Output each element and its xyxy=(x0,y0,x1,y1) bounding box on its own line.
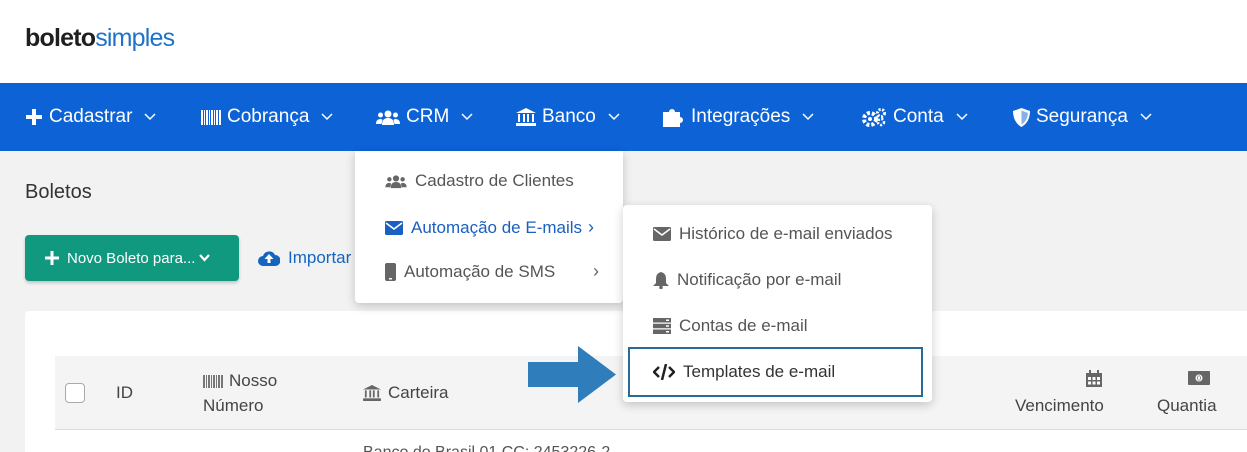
submenu-item-templates[interactable]: Templates de e-mail xyxy=(653,362,835,382)
nav-conta-label: Conta xyxy=(893,106,944,127)
chevron-down-icon xyxy=(461,113,473,121)
submenu-item-label: Templates de e-mail xyxy=(683,362,836,381)
chevron-down-icon xyxy=(608,113,620,121)
header-quantia[interactable]: Quantia xyxy=(1157,396,1217,416)
submenu-item-label: Contas de e-mail xyxy=(679,316,808,335)
bank-icon xyxy=(363,385,381,401)
nav-conta[interactable]: Conta xyxy=(861,83,968,151)
logo-light-text: simples xyxy=(95,24,175,52)
money-icon: 0 xyxy=(1188,371,1210,390)
plus-icon xyxy=(25,108,43,126)
header-nosso-label: Nosso xyxy=(229,371,278,390)
submenu-item-notificacao[interactable]: Notificação por e-mail xyxy=(653,270,841,290)
envelope-icon xyxy=(653,227,671,241)
gears-icon xyxy=(861,107,887,127)
header-vencimento[interactable]: Vencimento xyxy=(1015,396,1104,416)
new-boleto-button[interactable]: Novo Boleto para... xyxy=(25,235,239,281)
top-header: boletosimples xyxy=(0,0,1247,83)
nav-cadastrar[interactable]: Cadastrar xyxy=(25,83,156,151)
logo[interactable]: boletosimples xyxy=(25,24,175,53)
chevron-right-icon: › xyxy=(593,261,599,281)
nav-cobranca-label: Cobrança xyxy=(227,106,310,127)
submenu-item-contas[interactable]: Contas de e-mail xyxy=(653,316,808,336)
server-icon xyxy=(653,318,671,334)
nav-crm-label: CRM xyxy=(406,106,450,127)
barcode-icon xyxy=(203,374,223,388)
logo-bold-text: boleto xyxy=(25,24,96,52)
import-button[interactable]: Importar xyxy=(258,235,351,281)
header-carteira[interactable]: Carteira xyxy=(363,383,448,403)
nav-integracoes[interactable]: Integrações xyxy=(663,83,814,151)
email-automation-submenu: Histórico de e-mail enviados Notificação… xyxy=(623,205,932,402)
shield-icon xyxy=(1013,107,1030,127)
nav-crm[interactable]: CRM xyxy=(376,83,473,151)
mobile-icon xyxy=(385,263,396,281)
nav-cobranca[interactable]: Cobrança xyxy=(201,83,333,151)
calendar-icon xyxy=(1086,370,1102,392)
page-title: Boletos xyxy=(25,181,92,203)
submenu-item-historico[interactable]: Histórico de e-mail enviados xyxy=(653,224,893,244)
code-icon xyxy=(653,364,675,380)
bell-icon xyxy=(653,271,669,289)
bank-icon xyxy=(516,108,536,126)
nav-seguranca-label: Segurança xyxy=(1036,106,1128,127)
chevron-down-icon xyxy=(321,113,333,121)
chevron-right-icon: › xyxy=(588,217,595,237)
menu-item-automacao-emails[interactable]: Automação de E-mails › xyxy=(385,217,594,238)
crm-dropdown-menu: Cadastro de Clientes Automação de E-mail… xyxy=(355,151,623,303)
header-nosso-numero[interactable]: Nosso xyxy=(203,371,277,391)
chevron-down-icon xyxy=(802,113,814,121)
plus-icon xyxy=(45,251,59,265)
header-carteira-label: Carteira xyxy=(388,383,449,402)
barcode-icon xyxy=(201,109,221,125)
arrow-right-icon xyxy=(528,346,616,403)
chevron-down-icon xyxy=(1140,113,1152,121)
chevron-down-icon xyxy=(956,113,968,121)
nav-cadastrar-label: Cadastrar xyxy=(49,106,133,127)
submenu-item-label: Notificação por e-mail xyxy=(677,270,842,289)
nav-banco-label: Banco xyxy=(542,106,596,127)
new-boleto-label: Novo Boleto para... xyxy=(67,249,196,267)
main-navbar: Cadastrar Cobrança CRM Banco Integrações… xyxy=(0,83,1247,151)
nav-banco[interactable]: Banco xyxy=(516,83,620,151)
submenu-item-label: Histórico de e-mail enviados xyxy=(679,224,893,243)
cloud-upload-icon xyxy=(258,250,280,266)
header-numero-label: Número xyxy=(203,396,264,415)
select-all-checkbox[interactable] xyxy=(65,383,85,403)
menu-item-cadastro-clientes[interactable]: Cadastro de Clientes xyxy=(385,171,574,191)
nav-integracoes-label: Integrações xyxy=(691,106,791,127)
users-icon xyxy=(385,174,407,189)
menu-item-label: Automação de E-mails xyxy=(411,217,583,237)
chevron-down-icon xyxy=(199,254,211,262)
puzzle-icon xyxy=(663,107,685,127)
table-row[interactable]: Banco do Brasil 01 CC: 2453226-2 xyxy=(363,444,610,452)
menu-item-automacao-sms[interactable]: Automação de SMS xyxy=(385,262,555,282)
header-id[interactable]: ID xyxy=(116,383,133,403)
menu-item-label: Automação de SMS xyxy=(404,262,556,281)
svg-text:0: 0 xyxy=(1197,375,1201,383)
menu-item-label: Cadastro de Clientes xyxy=(415,171,574,190)
envelope-icon xyxy=(385,220,403,235)
chevron-down-icon xyxy=(144,113,156,121)
nav-seguranca[interactable]: Segurança xyxy=(1013,83,1152,151)
import-label: Importar xyxy=(288,248,352,267)
users-icon xyxy=(376,109,400,126)
